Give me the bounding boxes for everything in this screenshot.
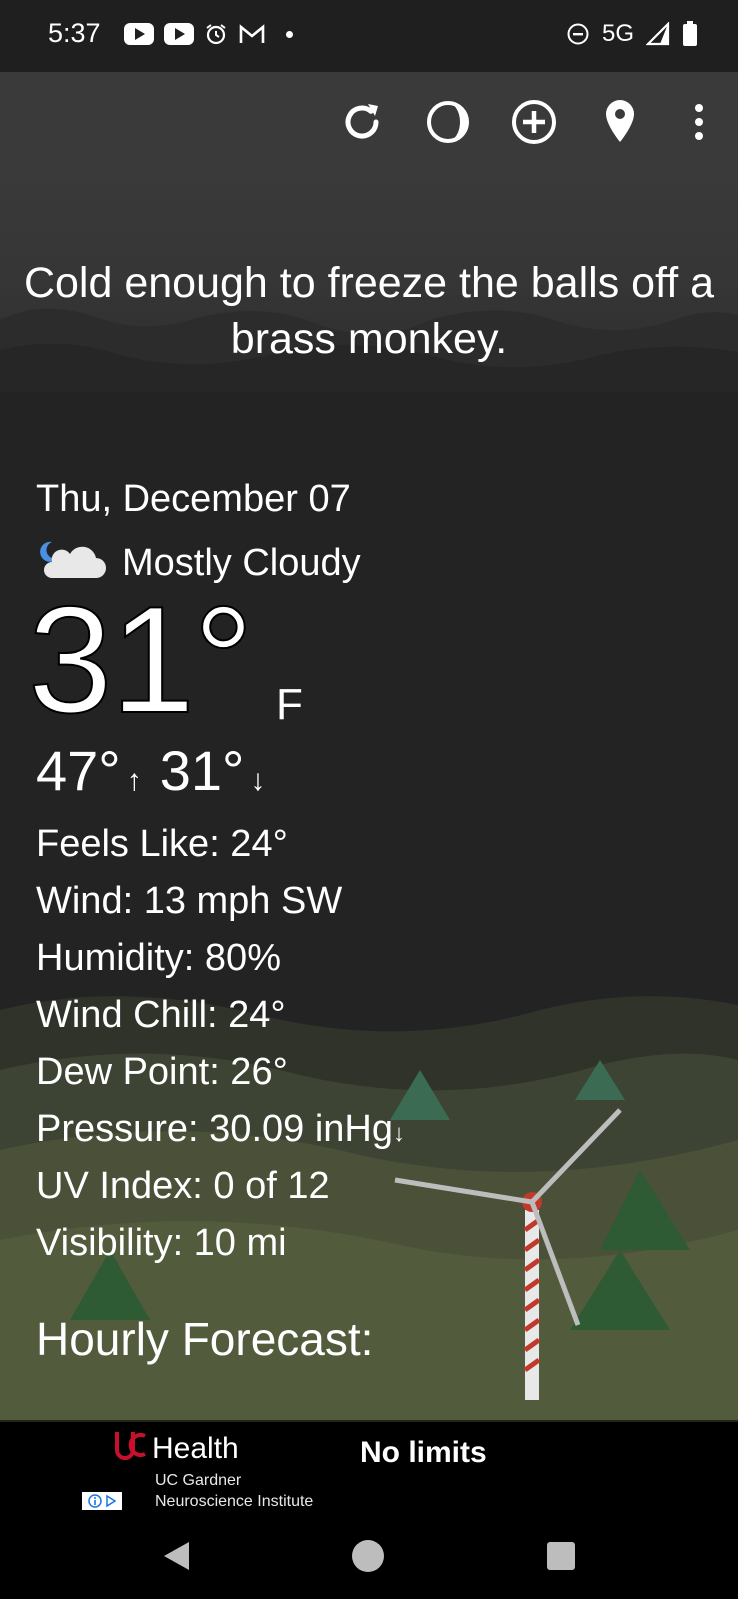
refresh-icon[interactable] <box>336 96 388 148</box>
dot-icon <box>286 30 293 38</box>
visibility: Visibility: 10 mi <box>36 1222 287 1264</box>
high-temp: 47° <box>36 739 121 802</box>
status-time: 5:37 <box>48 18 101 48</box>
current-date: Thu, December 07 <box>36 478 351 520</box>
ad-cta[interactable]: No limits <box>360 1436 487 1470</box>
alarm-icon <box>204 22 228 46</box>
ad-brand: Health <box>152 1432 239 1465</box>
recents-button[interactable] <box>537 1532 585 1580</box>
uc-logo-icon <box>114 1430 148 1468</box>
feels-like: Feels Like: 24° <box>36 823 288 865</box>
youtube-icon <box>164 23 194 45</box>
weather-details: Feels Like: 24° Wind: 13 mph SW Humidity… <box>36 820 405 1276</box>
low-temp: 31° <box>159 739 245 802</box>
network-type: 5G <box>601 20 634 47</box>
dew-point: Dew Point: 26° <box>36 1051 288 1093</box>
ad-subtitle-line2: Neuroscience Institute <box>155 1493 314 1510</box>
hourly-forecast-title: Hourly Forecast: <box>36 1313 374 1365</box>
pressure-trend: ↓ <box>392 1120 405 1147</box>
weather-quip: Cold enough to freeze the balls off a br… <box>23 259 715 363</box>
wind: Wind: 13 mph SW <box>36 880 343 922</box>
location-pin-icon[interactable] <box>594 96 646 148</box>
back-button[interactable] <box>152 1532 200 1580</box>
notification-icons <box>124 22 293 46</box>
theme-icon[interactable] <box>422 96 474 148</box>
battery-icon <box>682 21 698 47</box>
current-temperature: 31° <box>27 575 255 745</box>
high-low: 47° ↑ 31° ↓ <box>36 738 265 803</box>
navigation-bar <box>0 1512 738 1599</box>
more-options-icon[interactable] <box>672 96 726 148</box>
ad-banner[interactable]: Health UC Gardner Neuroscience Institute… <box>0 1422 738 1512</box>
pressure: Pressure: 30.09 inHg <box>36 1108 393 1150</box>
toolbar <box>0 72 738 172</box>
ad-subtitle-line1: UC Gardner <box>155 1472 242 1489</box>
status-bar: 5:37 5G <box>0 0 738 72</box>
ad-logo[interactable]: Health <box>114 1430 239 1468</box>
ad-choices-icon[interactable] <box>82 1492 122 1510</box>
gmail-icon <box>238 23 266 45</box>
pressure-row: Pressure: 30.09 inHg↓ <box>36 1105 405 1162</box>
dnd-icon <box>566 22 590 46</box>
signal-icon <box>646 22 670 46</box>
ad-subtitle: UC Gardner Neuroscience Institute <box>155 1470 313 1512</box>
add-location-icon[interactable] <box>508 96 560 148</box>
youtube-icon <box>124 23 154 45</box>
low-arrow: ↓ <box>250 764 266 797</box>
temperature-unit: F <box>276 680 303 729</box>
uv-index: UV Index: 0 of 12 <box>36 1165 330 1207</box>
wind-chill: Wind Chill: 24° <box>36 994 286 1036</box>
home-button[interactable] <box>344 1532 392 1580</box>
status-right: 5G <box>566 20 698 48</box>
humidity: Humidity: 80% <box>36 937 281 979</box>
high-arrow: ↑ <box>126 764 142 797</box>
